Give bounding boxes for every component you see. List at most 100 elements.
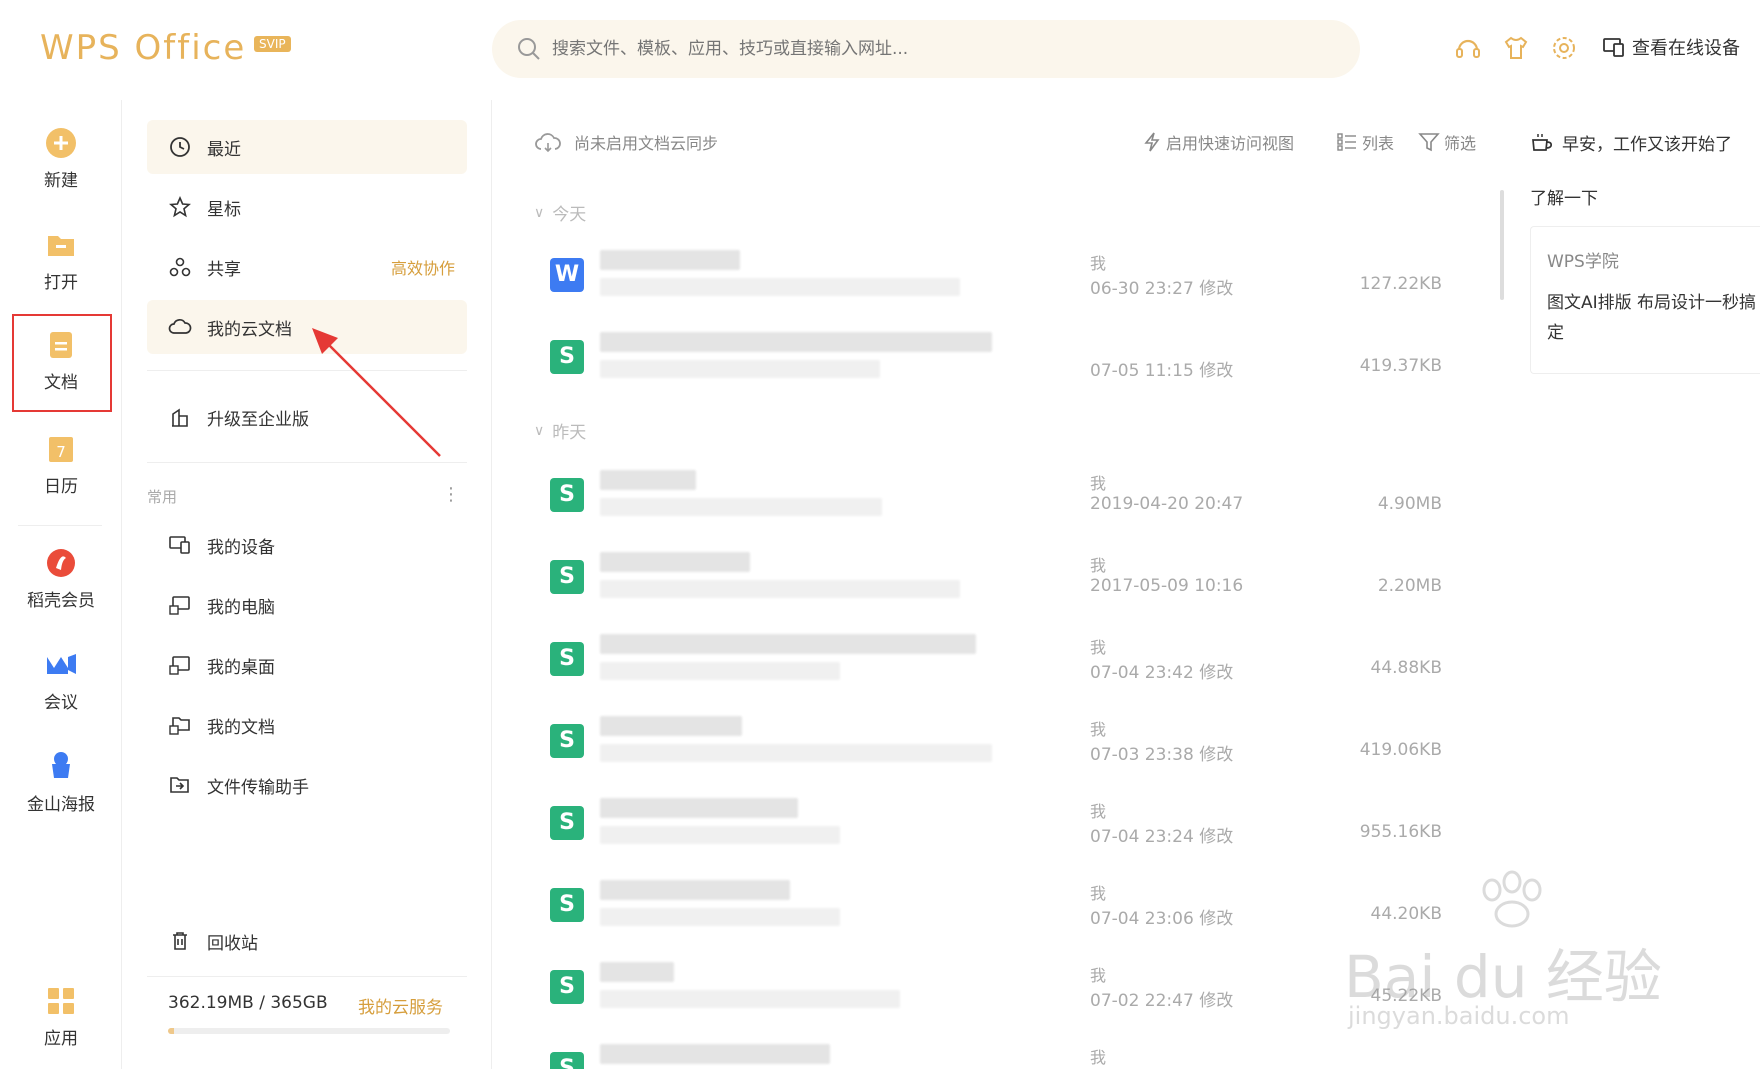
sheet-file-icon: S bbox=[550, 806, 584, 840]
apps-grid-icon bbox=[48, 988, 74, 1014]
shared-tag[interactable]: 高效协作 bbox=[391, 255, 455, 279]
nav-calendar[interactable]: 7 日历 bbox=[0, 432, 122, 497]
quick-view-button[interactable]: 启用快速访问视图 bbox=[1142, 130, 1294, 154]
file-row[interactable]: S 我 07-03 23:38 修改 419.06KB bbox=[492, 706, 1502, 788]
file-name-blurred bbox=[600, 332, 992, 352]
sheet-file-icon: S bbox=[550, 888, 584, 922]
group-yesterday[interactable]: ∨ 昨天 bbox=[534, 418, 586, 444]
file-name-blurred bbox=[600, 1044, 830, 1064]
file-name-blurred bbox=[600, 250, 740, 270]
sheet-file-icon: S bbox=[550, 478, 584, 512]
chevron-down-icon: ∨ bbox=[534, 204, 545, 221]
panel-item-my-computer[interactable]: 我的电脑 bbox=[147, 578, 467, 632]
file-name-blurred bbox=[600, 634, 976, 654]
skin-shirt-icon[interactable] bbox=[1502, 34, 1530, 62]
baidu-watermark: Bai du 经验 jingyan.baidu.com bbox=[1344, 870, 1664, 1030]
greeting: 早安，工作又该开始了 bbox=[1530, 130, 1732, 155]
file-path-blurred bbox=[600, 580, 960, 598]
top-header: WPS Office SVIP 查看在线设备 bbox=[0, 0, 1760, 100]
online-devices-button[interactable]: 查看在线设备 bbox=[1602, 34, 1740, 60]
cloud-icon bbox=[168, 319, 192, 334]
file-name-blurred bbox=[600, 716, 742, 736]
file-path-blurred bbox=[600, 990, 900, 1008]
file-path-blurred bbox=[600, 826, 840, 844]
annotation-arrow bbox=[312, 328, 441, 457]
svip-badge[interactable]: SVIP bbox=[254, 36, 291, 52]
desktop-shortcut-icon bbox=[169, 656, 190, 675]
file-path-blurred bbox=[600, 908, 840, 926]
file-row[interactable]: W 我 06-30 23:27 修改 127.22KB bbox=[492, 240, 1502, 322]
section-common-label: 常用 bbox=[147, 488, 178, 506]
file-path-blurred bbox=[600, 498, 882, 516]
card-text: 图文AI排版 布局设计一秒搞定 bbox=[1547, 293, 1757, 343]
star-icon bbox=[169, 196, 191, 218]
filter-button[interactable]: 筛选 bbox=[1418, 130, 1476, 154]
clock-icon bbox=[170, 137, 190, 157]
file-row[interactable]: S 我 2017-05-09 10:16 2.20MB bbox=[492, 542, 1502, 624]
nav-open[interactable]: 打开 bbox=[0, 228, 122, 293]
docs-panel: 最近 星标 共享 高效协作 我的云文档 升级至企业版 常用 ⋮ 我的设备 我的电… bbox=[122, 100, 492, 1069]
file-row[interactable]: S 我 07-04 23:24 修改 955.16KB bbox=[492, 788, 1502, 870]
nav-apps[interactable]: 应用 bbox=[0, 984, 122, 1049]
panel-item-recent[interactable]: 最近 bbox=[147, 120, 467, 174]
file-row[interactable]: S 我 07-04 23:42 修改 44.88KB bbox=[492, 624, 1502, 706]
nav-new[interactable]: 新建 bbox=[0, 126, 122, 191]
panel-item-my-desktop[interactable]: 我的桌面 bbox=[147, 638, 467, 692]
wps-logo[interactable]: WPS Office bbox=[40, 28, 246, 68]
card-title: WPS学院 bbox=[1547, 252, 1619, 272]
settings-gear-icon[interactable] bbox=[1550, 34, 1578, 62]
online-devices-label: 查看在线设备 bbox=[1632, 38, 1740, 59]
sheet-file-icon: S bbox=[550, 1052, 584, 1069]
group-today[interactable]: ∨ 今天 bbox=[534, 200, 586, 226]
left-nav: 新建 打开 文档 7 日历 稻壳会员 会议 金山海报 应用 bbox=[0, 100, 122, 1069]
file-row[interactable]: S 我 bbox=[492, 1034, 1502, 1069]
more-dots-icon[interactable]: ⋮ bbox=[442, 484, 460, 505]
sheet-file-icon: S bbox=[550, 724, 584, 758]
nav-docer[interactable]: 稻壳会员 bbox=[0, 546, 122, 611]
meeting-icon bbox=[47, 654, 76, 674]
storage-progress-bar bbox=[168, 1028, 450, 1034]
file-row[interactable]: S 07-05 11:15 修改 419.37KB bbox=[492, 322, 1502, 404]
panel-item-shared[interactable]: 共享 高效协作 bbox=[147, 240, 467, 294]
headset-icon[interactable] bbox=[1454, 34, 1482, 62]
poster-icon bbox=[52, 752, 70, 778]
wps-app: WPS Office SVIP 查看在线设备 bbox=[0, 0, 1760, 1069]
nav-poster[interactable]: 金山海报 bbox=[0, 750, 122, 815]
list-view-button[interactable]: 列表 bbox=[1336, 130, 1394, 154]
transfer-folder-icon bbox=[170, 777, 189, 793]
cloud-service-link[interactable]: 我的云服务 bbox=[358, 993, 443, 1018]
file-row[interactable]: S 我 2019-04-20 20:47 4.90MB bbox=[492, 460, 1502, 542]
sync-status[interactable]: 尚未启用文档云同步 bbox=[534, 130, 718, 154]
file-path-blurred bbox=[600, 360, 880, 378]
storage-progress-fill bbox=[168, 1028, 174, 1034]
docs-highlight-box bbox=[12, 314, 112, 412]
search-box[interactable] bbox=[492, 20, 1360, 78]
panel-item-my-devices[interactable]: 我的设备 bbox=[147, 518, 467, 572]
docer-icon bbox=[47, 549, 75, 577]
lightning-icon bbox=[1144, 132, 1160, 152]
panel-item-my-documents[interactable]: 我的文档 bbox=[147, 698, 467, 752]
list-icon bbox=[1337, 133, 1356, 151]
panel-item-starred[interactable]: 星标 bbox=[147, 180, 467, 234]
file-path-blurred bbox=[600, 278, 960, 296]
coffee-cup-icon bbox=[1532, 133, 1553, 151]
search-input[interactable] bbox=[552, 20, 1332, 78]
storage-usage-text: 362.19MB / 365GB bbox=[168, 993, 328, 1013]
wps-academy-card[interactable]: WPS学院 图文AI排版 布局设计一秒搞定 bbox=[1530, 226, 1760, 374]
sheet-file-icon: S bbox=[550, 642, 584, 676]
file-name-blurred bbox=[600, 798, 798, 818]
chevron-down-icon: ∨ bbox=[534, 422, 545, 439]
panel-item-file-transfer[interactable]: 文件传输助手 bbox=[147, 758, 467, 812]
file-name-blurred bbox=[600, 962, 674, 982]
sheet-file-icon: S bbox=[550, 560, 584, 594]
trash-icon bbox=[173, 932, 187, 950]
device-icon bbox=[1603, 38, 1624, 57]
filter-funnel-icon bbox=[1418, 133, 1440, 152]
file-name-blurred bbox=[600, 880, 790, 900]
computer-shortcut-icon bbox=[169, 596, 190, 615]
panel-item-trash[interactable]: 回收站 bbox=[147, 914, 467, 968]
file-path-blurred bbox=[600, 744, 992, 762]
nav-meeting[interactable]: 会议 bbox=[0, 648, 122, 713]
watermark-url: jingyan.baidu.com bbox=[1348, 1002, 1570, 1030]
calendar-icon: 7 bbox=[49, 437, 73, 462]
